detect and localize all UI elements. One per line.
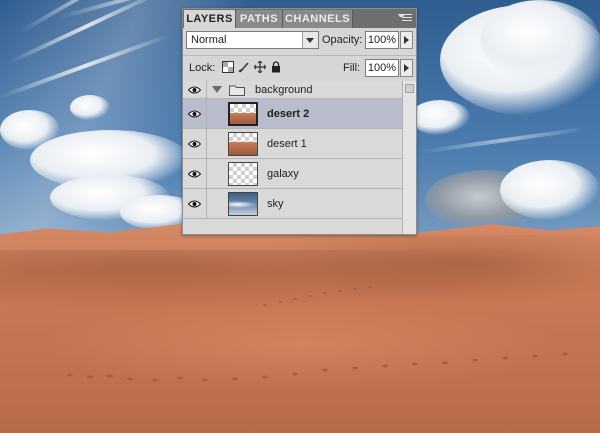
footprints	[67, 352, 568, 382]
layer-thumbnail	[228, 132, 258, 156]
expand-triangle-icon[interactable]	[212, 86, 222, 93]
footprints	[263, 286, 372, 306]
opacity-label: Opacity:	[322, 34, 363, 46]
eye-icon	[188, 170, 201, 178]
tab-channels[interactable]: CHANNELS	[283, 10, 353, 28]
eye-icon	[188, 200, 201, 208]
fill-label: Fill:	[343, 62, 361, 74]
visibility-toggle[interactable]	[183, 81, 207, 98]
layer-name: desert 1	[267, 138, 307, 150]
visibility-toggle[interactable]	[183, 159, 207, 188]
blend-mode-dropdown[interactable]: Normal	[186, 31, 319, 49]
eye-icon	[188, 140, 201, 148]
cloud	[480, 0, 600, 80]
layers-panel: LAYERS PATHS CHANNELS Normal Opacity: 10…	[182, 8, 417, 235]
visibility-toggle[interactable]	[183, 99, 207, 128]
layer-row-desert-1[interactable]: desert 1	[183, 129, 402, 159]
visibility-toggle[interactable]	[183, 129, 207, 158]
layer-name: galaxy	[267, 168, 299, 180]
panel-tab-bar: LAYERS PATHS CHANNELS	[183, 9, 416, 28]
layer-group-background[interactable]: background	[183, 81, 402, 99]
lock-fill-row: Lock: Fill: 100%	[183, 55, 416, 82]
folder-icon	[229, 85, 245, 96]
blend-options-row: Normal Opacity: 100%	[183, 29, 416, 54]
layer-row-sky[interactable]: sky	[183, 189, 402, 219]
eye-icon	[188, 110, 201, 118]
layer-thumbnail	[228, 102, 258, 126]
lock-image-pixels-icon[interactable]	[238, 61, 250, 73]
opacity-field[interactable]: 100%	[365, 31, 399, 49]
opacity-slider-button[interactable]	[400, 31, 413, 49]
layer-name: sky	[267, 198, 284, 210]
visibility-toggle[interactable]	[183, 189, 207, 218]
layers-scrollbar[interactable]	[402, 81, 416, 234]
layers-list: background desert 2 desert 1 galaxy sky	[183, 81, 402, 234]
cloud	[70, 95, 110, 120]
tab-layers[interactable]: LAYERS	[184, 10, 236, 28]
lock-all-icon[interactable]	[270, 61, 282, 73]
layer-row-desert-2[interactable]: desert 2	[183, 99, 402, 129]
cloud	[500, 160, 600, 220]
layer-thumbnail	[228, 192, 258, 216]
lock-position-icon[interactable]	[254, 61, 266, 73]
group-name: background	[255, 84, 313, 96]
layer-thumbnail	[228, 162, 258, 186]
chevron-down-icon	[302, 32, 318, 48]
cloud	[0, 110, 60, 150]
layer-row-galaxy[interactable]: galaxy	[183, 159, 402, 189]
blend-mode-value: Normal	[191, 34, 227, 46]
eye-icon	[188, 86, 201, 94]
cloud	[410, 100, 470, 135]
scroll-up-button[interactable]	[405, 84, 414, 93]
panel-menu-icon[interactable]	[398, 11, 414, 25]
lock-label: Lock:	[189, 62, 216, 74]
tab-paths[interactable]: PATHS	[236, 10, 283, 28]
fill-slider-button[interactable]	[400, 59, 413, 77]
lock-transparent-pixels-icon[interactable]	[222, 61, 234, 73]
fill-field[interactable]: 100%	[365, 59, 399, 77]
layer-name: desert 2	[267, 108, 310, 120]
